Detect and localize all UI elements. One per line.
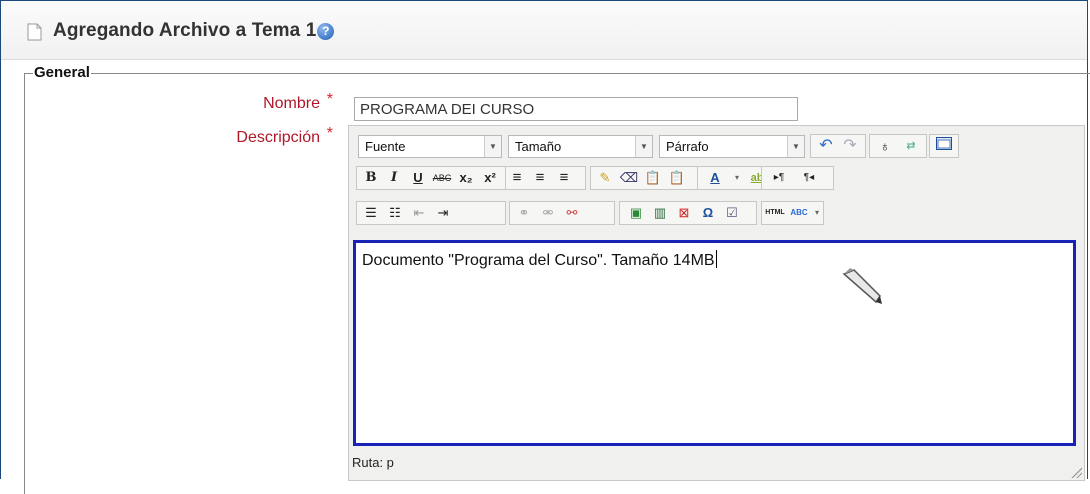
insert-group: ▣ ▥ ⊠ Ω ☑ xyxy=(619,201,757,225)
format-select-label: Párrafo xyxy=(666,139,709,154)
align-right-icon[interactable]: ≡ xyxy=(553,167,575,189)
editor-status-path: Ruta: p xyxy=(352,455,394,470)
edit-template-icon[interactable]: ☑ xyxy=(721,202,743,224)
find-icon[interactable]: ♁ xyxy=(874,135,896,157)
document-icon xyxy=(27,23,42,41)
font-family-select-label: Fuente xyxy=(365,139,406,154)
anchor-icon[interactable]: ⚯ xyxy=(561,202,583,224)
superscript-icon[interactable]: x² xyxy=(479,167,501,189)
align-left-icon[interactable]: ≡ xyxy=(505,167,528,189)
required-icon: * xyxy=(326,91,333,108)
link-icon[interactable]: ⚭ xyxy=(513,202,535,224)
undo-icon[interactable]: ↶ xyxy=(815,135,837,157)
font-size-select[interactable]: Tamaño ▼ xyxy=(508,135,653,158)
fieldset-legend: General xyxy=(33,64,91,81)
fullscreen-icon[interactable] xyxy=(933,135,955,157)
strikethrough-icon[interactable]: ABC xyxy=(431,167,453,189)
resize-handle[interactable] xyxy=(1070,466,1082,478)
page-header: Agregando Archivo a Tema 1? xyxy=(1,1,1087,60)
insert-media-icon[interactable]: ▥ xyxy=(649,202,671,224)
insert-image-icon[interactable]: ▣ xyxy=(625,202,647,224)
ltr-icon[interactable]: ▸¶ xyxy=(768,167,790,189)
editor-content-value: Documento "Programa del Curso". Tamaño 1… xyxy=(362,252,715,269)
eraser-icon[interactable]: ⌫ xyxy=(618,167,640,189)
editor-content-text: Documento "Programa del Curso". Tamaño 1… xyxy=(362,250,717,270)
pen-cursor-icon xyxy=(842,268,882,304)
chevron-down-icon[interactable]: ▾ xyxy=(806,202,828,224)
font-size-select-label: Tamaño xyxy=(515,139,562,154)
direction-group: ▸¶ ¶◂ xyxy=(761,166,834,190)
description-label-text: Descripción xyxy=(236,129,320,146)
name-label: Nombre * xyxy=(240,91,333,113)
bullet-list-icon[interactable]: ☰ xyxy=(360,202,382,224)
tools-group: HTML ABC ▾ xyxy=(761,201,824,225)
paste-word-icon[interactable]: 📋 xyxy=(666,167,688,189)
chevron-down-icon: ▼ xyxy=(484,136,501,157)
help-icon[interactable]: ? xyxy=(317,23,335,40)
cleanup-brush-icon[interactable]: ✎ xyxy=(594,167,616,189)
redo-icon[interactable]: ↷ xyxy=(839,135,861,157)
text-style-group: B I U ABC x₂ x² ≡ ≡ ≡ xyxy=(356,166,586,190)
omega-icon[interactable]: Ω xyxy=(697,202,719,224)
numbered-list-icon[interactable]: ☷ xyxy=(384,202,406,224)
page-title-text: Agregando Archivo a Tema 1 xyxy=(53,20,317,41)
unlink-icon[interactable]: ⚮ xyxy=(537,202,559,224)
underline-icon[interactable]: U xyxy=(407,167,429,189)
subscript-icon[interactable]: x₂ xyxy=(455,167,477,189)
editor-content-area[interactable]: Documento "Programa del Curso". Tamaño 1… xyxy=(353,240,1076,446)
chevron-down-icon[interactable]: ▾ xyxy=(726,167,748,189)
italic-icon[interactable]: I xyxy=(383,167,405,189)
insert-moodle-media-icon[interactable]: ⊠ xyxy=(673,202,695,224)
list-group: ☰ ☷ ⇤ ⇥ xyxy=(356,201,506,225)
name-label-text: Nombre xyxy=(263,95,320,112)
font-family-select[interactable]: Fuente ▼ xyxy=(358,135,502,158)
indent-icon[interactable]: ⇥ xyxy=(432,202,454,224)
outdent-icon[interactable]: ⇤ xyxy=(408,202,430,224)
required-icon: * xyxy=(326,125,333,142)
fullscreen-group xyxy=(929,134,959,158)
bold-icon[interactable]: B xyxy=(360,167,382,189)
rtl-icon[interactable]: ¶◂ xyxy=(798,167,820,189)
chevron-down-icon: ▼ xyxy=(787,136,804,157)
link-group: ⚭ ⚮ ⚯ xyxy=(509,201,615,225)
replace-icon[interactable]: ⇄ xyxy=(900,135,922,157)
chevron-down-icon: ▼ xyxy=(635,136,652,157)
html-source-icon[interactable]: HTML xyxy=(764,202,786,224)
align-center-icon[interactable]: ≡ xyxy=(529,167,551,189)
page-title: Agregando Archivo a Tema 1? xyxy=(53,20,335,42)
font-color-icon[interactable]: A xyxy=(704,167,726,189)
format-select[interactable]: Párrafo ▼ xyxy=(659,135,805,158)
text-caret xyxy=(715,250,717,268)
paste-text-icon[interactable]: 📋 xyxy=(642,167,664,189)
description-label: Descripción * xyxy=(200,125,333,147)
search-group: ♁ ⇄ xyxy=(869,134,927,158)
name-input[interactable] xyxy=(354,97,798,121)
undo-redo-group: ↶ ↷ xyxy=(810,134,866,158)
